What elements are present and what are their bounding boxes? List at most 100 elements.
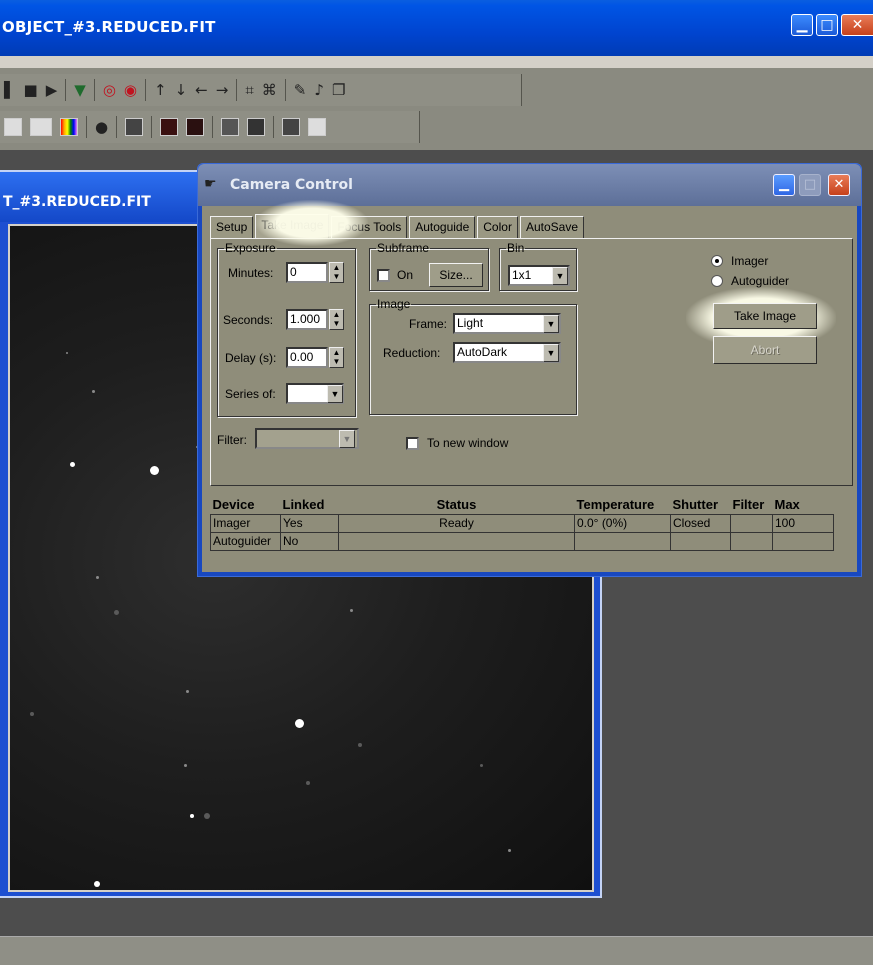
- menubar: [0, 56, 873, 68]
- star-field-icon[interactable]: [125, 118, 144, 136]
- exposure-legend: Exposure: [225, 241, 276, 255]
- toolbar-separator: [145, 79, 147, 101]
- arrow-down-icon[interactable]: ↓: [175, 82, 188, 98]
- maximize-button[interactable]: □: [816, 14, 838, 36]
- filter-label: Filter:: [217, 433, 247, 447]
- star: [114, 610, 119, 615]
- bad-pixel-icon[interactable]: [160, 118, 179, 136]
- target-remove-icon[interactable]: ◉: [124, 82, 137, 98]
- arrow-up-icon[interactable]: ↑: [154, 82, 167, 98]
- to-new-window-checkbox[interactable]: [406, 437, 419, 450]
- minutes-spinner[interactable]: ▲ ▼: [329, 262, 344, 283]
- target-icon[interactable]: ◎: [103, 82, 116, 98]
- bin-dropdown-button[interactable]: ▼: [552, 267, 568, 285]
- tab-autosave[interactable]: AutoSave: [519, 216, 584, 238]
- filter-dropdown-button[interactable]: ▼: [339, 430, 355, 448]
- star: [92, 390, 95, 393]
- arrow-left-icon[interactable]: ←: [195, 82, 208, 98]
- star: [70, 462, 75, 467]
- tab-autoguide[interactable]: Autoguide: [409, 216, 476, 238]
- to-new-window-label: To new window: [427, 436, 509, 450]
- tab-focus-tools[interactable]: Focus Tools: [331, 216, 408, 238]
- circle-icon[interactable]: ●: [95, 119, 108, 135]
- imager-radio[interactable]: [711, 255, 723, 267]
- bin-legend: Bin: [507, 241, 525, 255]
- table-row[interactable]: Autoguider No: [210, 531, 834, 551]
- delay-spinner[interactable]: ▲ ▼: [329, 347, 344, 368]
- collapse-icon[interactable]: ⌘: [262, 82, 277, 98]
- table-cell: 0.0° (0%): [574, 513, 671, 533]
- series-label: Series of:: [225, 387, 276, 401]
- star: [350, 609, 353, 612]
- minimize-button[interactable]: ▁: [791, 14, 813, 36]
- star: [186, 690, 189, 693]
- column-header: Max: [774, 497, 800, 513]
- table-cell: Closed: [670, 513, 731, 533]
- stop-icon[interactable]: ■: [24, 82, 38, 98]
- bucket-icon[interactable]: ▼: [74, 82, 86, 98]
- minutes-input[interactable]: 0: [286, 262, 328, 283]
- measure-icon[interactable]: [282, 118, 301, 136]
- delay-input[interactable]: 0.00: [286, 347, 328, 368]
- camera-icon: ☛: [204, 175, 217, 191]
- status-bar: [0, 936, 873, 965]
- star: [94, 881, 100, 887]
- reduction-label: Reduction:: [383, 346, 441, 360]
- column-header: Shutter: [672, 497, 719, 513]
- frame-dropdown-button[interactable]: ▼: [543, 315, 559, 333]
- tab-setup[interactable]: Setup: [210, 216, 254, 238]
- frame-label: Frame:: [409, 317, 448, 331]
- play-icon[interactable]: ▶: [46, 82, 58, 98]
- toolbar-bottom: ●: [0, 111, 420, 143]
- star-bright-icon[interactable]: [247, 118, 266, 136]
- star: [358, 743, 362, 747]
- column-header: Status: [436, 497, 477, 513]
- star-small-icon[interactable]: [221, 118, 240, 136]
- toolbar-separator: [212, 116, 214, 138]
- subframe-size-button[interactable]: Size...: [429, 263, 483, 287]
- table-cell: Yes: [280, 513, 339, 533]
- subframe-on-checkbox[interactable]: [377, 269, 390, 282]
- pause-icon[interactable]: ▌: [4, 82, 16, 98]
- clipboard-icon[interactable]: ❐: [332, 82, 345, 98]
- star-remove-icon[interactable]: [186, 118, 205, 136]
- table-cell: Autoguider: [210, 531, 281, 551]
- sound-icon[interactable]: ♪: [314, 82, 324, 98]
- gray-square-icon[interactable]: [30, 118, 52, 136]
- reduction-dropdown-button[interactable]: ▼: [543, 344, 559, 362]
- white-square-icon[interactable]: [4, 118, 22, 136]
- minutes-label: Minutes:: [228, 266, 274, 280]
- table-cell: [730, 513, 773, 533]
- seconds-spinner[interactable]: ▲ ▼: [329, 309, 344, 330]
- app-titlebar: OBJECT_#3.REDUCED.FIT ▁ □ ✕: [0, 0, 873, 56]
- close-button[interactable]: ✕: [841, 14, 873, 36]
- star: [204, 813, 210, 819]
- table-row[interactable]: Imager Yes Ready 0.0° (0%) Closed 100: [210, 513, 834, 533]
- line-icon[interactable]: [308, 118, 327, 136]
- star: [66, 352, 68, 354]
- color-palette-icon[interactable]: [60, 118, 78, 136]
- dialog-titlebar[interactable]: ☛ Camera Control ▁ □ ✕: [198, 164, 861, 206]
- star: [150, 466, 159, 475]
- device-status-table: Device Linked Status Temperature Shutter…: [210, 496, 834, 551]
- autoguider-radio[interactable]: [711, 275, 723, 287]
- expand-icon[interactable]: ⌗: [245, 82, 253, 98]
- arrow-right-icon[interactable]: →: [216, 82, 229, 98]
- toolbar-separator: [284, 79, 286, 101]
- seconds-input[interactable]: 1.000: [286, 309, 328, 330]
- toolbar-separator: [273, 116, 275, 138]
- table-cell: Ready: [338, 513, 575, 533]
- table-cell: [574, 531, 671, 551]
- take-image-button[interactable]: Take Image: [713, 303, 817, 329]
- annotate-icon[interactable]: ✎: [294, 82, 307, 98]
- dialog-minimize-button[interactable]: ▁: [773, 174, 795, 196]
- dialog-close-button[interactable]: ✕: [828, 174, 850, 196]
- toolbar-separator: [86, 116, 87, 138]
- tab-color[interactable]: Color: [477, 216, 518, 238]
- autoguider-label: Autoguider: [731, 274, 790, 288]
- toolbar-top: ▌ ■ ▶ ▼ ◎ ◉ ↑ ↓ ← → ⌗ ⌘ ✎ ♪ ❐: [0, 74, 522, 106]
- delay-label: Delay (s):: [225, 351, 277, 365]
- series-dropdown-button[interactable]: ▼: [327, 385, 343, 403]
- tab-take-image[interactable]: Take Image: [255, 214, 330, 238]
- seconds-label: Seconds:: [223, 313, 274, 327]
